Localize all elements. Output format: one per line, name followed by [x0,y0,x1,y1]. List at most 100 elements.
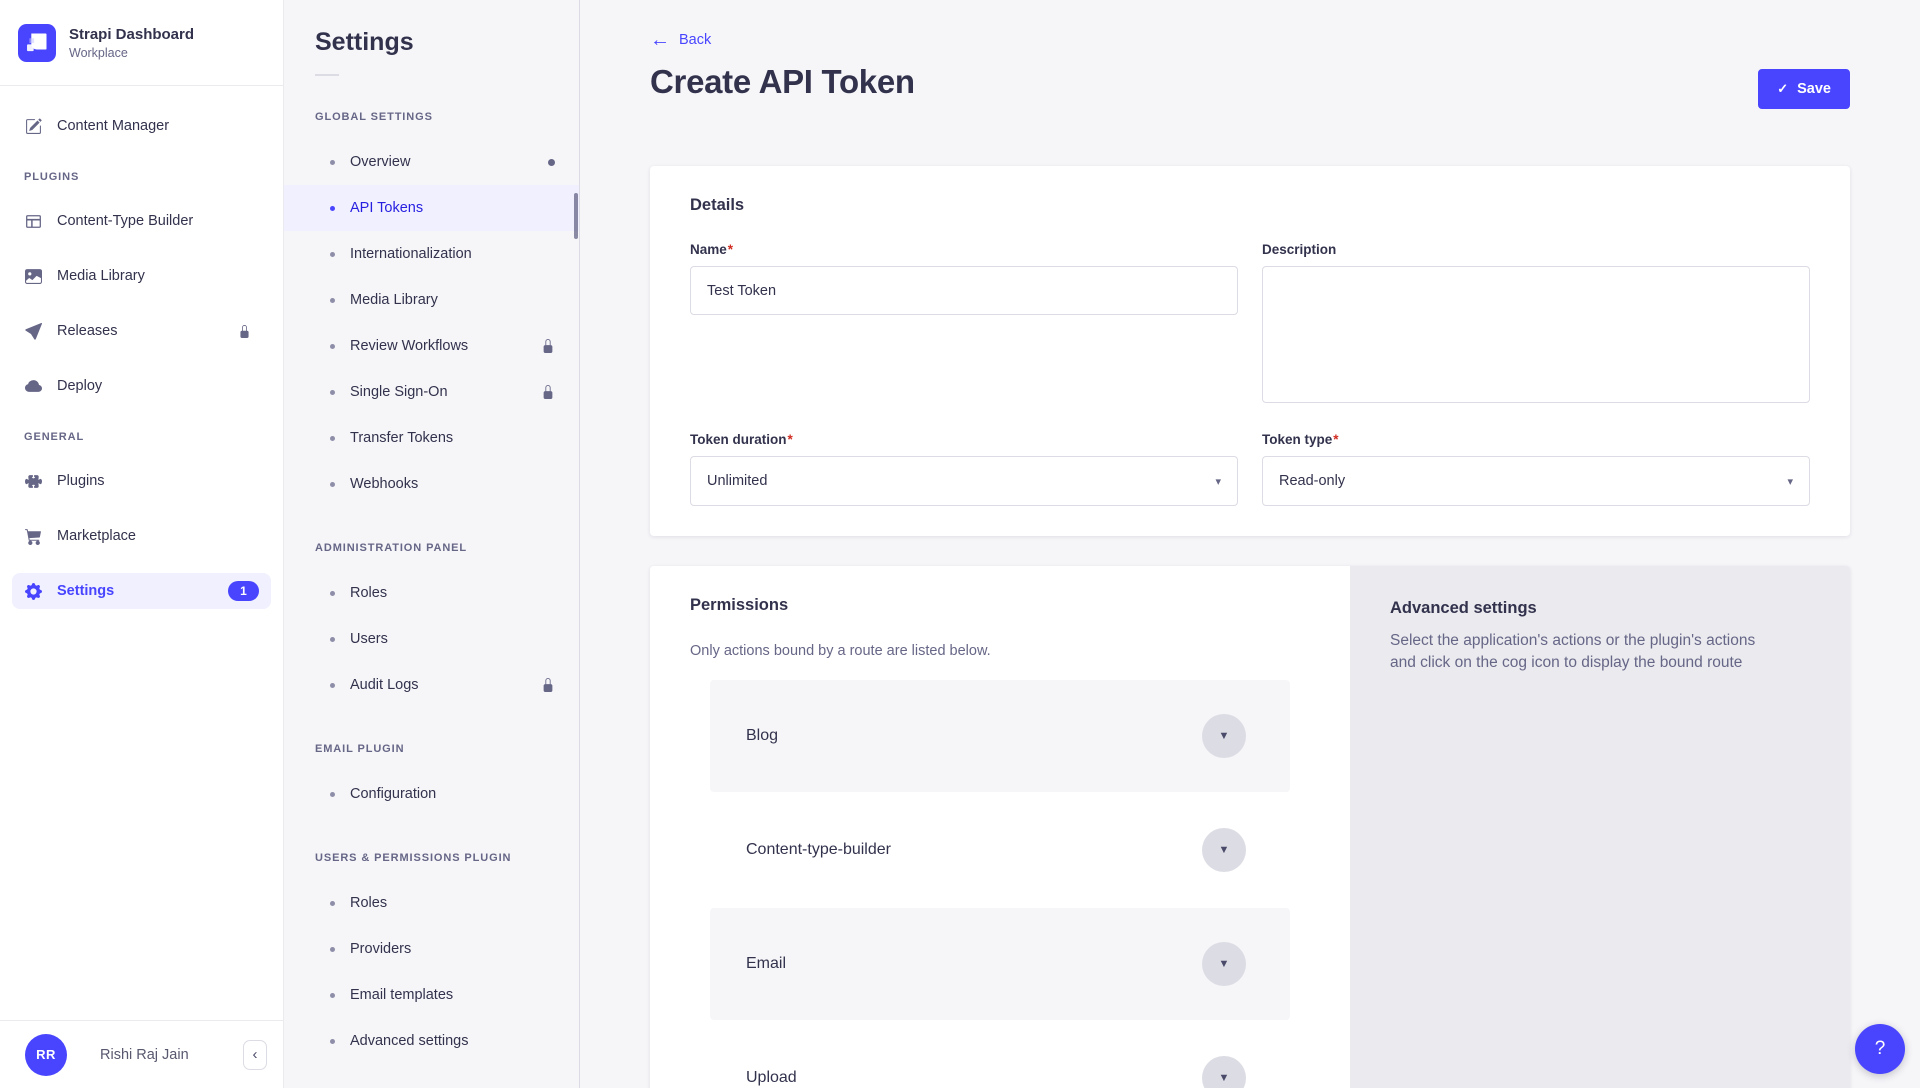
subnav-item-roles[interactable]: Roles [284,570,579,616]
bullet-icon [330,1039,335,1044]
lock-icon [541,339,555,353]
subnav-section-label-administration-panel: ADMINISTRATION PANEL [315,542,579,554]
expand-accordion-button[interactable]: ▼ [1202,828,1246,872]
advanced-settings-panel: Advanced settings Select the application… [1350,566,1850,1088]
bullet-icon [330,390,335,395]
subnav-item-label: Overview [350,154,410,170]
accordion-upload[interactable]: Upload▼ [710,1022,1290,1088]
expand-accordion-button[interactable]: ▼ [1202,942,1246,986]
bullet-icon [330,591,335,596]
grid-icon [24,212,42,230]
permissions-accordions: Blog▼Content-type-builder▼Email▼Upload▼ [710,680,1290,1088]
details-heading: Details [690,196,1810,215]
save-button[interactable]: ✓ Save [1758,69,1850,109]
caret-down-icon: ▼ [1219,958,1230,970]
nav-item-label: Settings [57,583,114,599]
bullet-icon [330,683,335,688]
token-duration-field-group: Token duration* Unlimited ▾ [690,431,1238,506]
bullet-icon [330,206,335,211]
subnav-item-transfer-tokens[interactable]: Transfer Tokens [284,415,579,461]
token-duration-label-text: Token duration [690,432,787,447]
subnav-item-label: Transfer Tokens [350,430,453,446]
subnav-item-label: Providers [350,941,411,957]
settings-subnav: Settings GLOBAL SETTINGSOverviewAPI Toke… [284,0,580,1088]
page-title: Create API Token [650,63,915,101]
nav-item-deploy[interactable]: Deploy [12,368,271,404]
nav-item-releases[interactable]: Releases [12,313,271,349]
expand-accordion-button[interactable]: ▼ [1202,1056,1246,1088]
subnav-item-overview[interactable]: Overview [284,139,579,185]
main-content: ← Back Create API Token ✓ Save Details N… [580,0,1920,1088]
nav-item-media-library[interactable]: Media Library [12,258,271,294]
collapse-sidebar-button[interactable]: ‹ [243,1040,267,1070]
token-type-select[interactable]: Read-only ▾ [1262,456,1810,506]
caret-down-icon: ▼ [1219,730,1230,742]
subnav-item-webhooks[interactable]: Webhooks [284,461,579,507]
accordion-content-type-builder[interactable]: Content-type-builder ▼ [710,794,1290,906]
subnav-item-review-workflows[interactable]: Review Workflows [284,323,579,369]
subnav-item-advanced-settings[interactable]: Advanced settings [284,1018,579,1064]
back-arrow-icon: ← [650,30,670,50]
bullet-icon [330,947,335,952]
nav-item-content-type-builder[interactable]: Content-Type Builder [12,203,271,239]
nav-item-label: Media Library [57,268,145,284]
help-button[interactable]: ? [1855,1024,1905,1074]
bullet-icon [330,901,335,906]
required-asterisk: * [788,432,793,447]
subnav-item-users[interactable]: Users [284,616,579,662]
token-type-field-group: Token type* Read-only ▾ [1262,431,1810,506]
accordion-blog[interactable]: Blog ▼ [710,680,1290,792]
token-duration-select[interactable]: Unlimited ▾ [690,456,1238,506]
permissions-heading: Permissions [690,596,1310,615]
subnav-sections: GLOBAL SETTINGSOverviewAPI TokensInterna… [284,111,579,1064]
name-field-group: Name* [690,241,1238,401]
subnav-item-audit-logs[interactable]: Audit Logs [284,662,579,708]
back-link[interactable]: ← Back [650,30,711,50]
subnav-item-media-library[interactable]: Media Library [284,277,579,323]
main-nav-list: Content Manager PLUGINS Content-Type Build… [0,86,283,1020]
bullet-icon [330,792,335,797]
nav-item-label: Marketplace [57,528,136,544]
subnav-item-label: Media Library [350,292,438,308]
user-name: Rishi Raj Jain [100,1047,189,1063]
subnav-item-email-templates[interactable]: Email templates [284,972,579,1018]
advanced-settings-description: Select the application's actions or the … [1390,630,1775,674]
nav-item-settings[interactable]: Settings1 [12,573,271,609]
permissions-section: Permissions Only actions bound by a rout… [650,566,1850,1088]
subnav-title: Settings [284,0,579,57]
notification-dot [548,159,555,166]
accordion-label: Blog [746,727,778,745]
nav-item-label: Releases [57,323,117,339]
nav-item-content-manager[interactable]: Content Manager [12,108,271,144]
chevron-down-icon: ▾ [1215,475,1221,488]
subnav-item-api-tokens[interactable]: API Tokens [284,185,579,231]
nav-item-plugins[interactable]: Plugins [12,463,271,499]
token-type-value: Read-only [1279,473,1345,489]
expand-accordion-button[interactable]: ▼ [1202,714,1246,758]
permissions-card: Permissions Only actions bound by a rout… [650,566,1350,1088]
accordion-label: Content-type-builder [746,841,891,859]
nav-section-label-plugins: PLUGINS [12,171,271,183]
workspace-title: Strapi Dashboard [69,26,194,44]
pencil-square-icon [24,117,42,135]
subnav-item-single-sign-on[interactable]: Single Sign-On [284,369,579,415]
subnav-item-label: Single Sign-On [350,384,448,400]
token-duration-value: Unlimited [707,473,767,489]
permissions-subtitle: Only actions bound by a route are listed… [690,643,1310,659]
subnav-item-roles[interactable]: Roles [284,880,579,926]
subnav-item-providers[interactable]: Providers [284,926,579,972]
nav-item-marketplace[interactable]: Marketplace [12,518,271,554]
lock-icon [541,678,555,692]
subnav-scrollbar-thumb[interactable] [574,193,578,239]
subnav-item-internationalization[interactable]: Internationalization [284,231,579,277]
token-type-label: Token type* [1262,432,1339,447]
subnav-item-label: Review Workflows [350,338,468,354]
subnav-list: Overview API TokensInternationalization Me… [284,139,579,507]
subnav-item-configuration[interactable]: Configuration [284,771,579,817]
bullet-icon [330,637,335,642]
avatar[interactable]: RR [25,1034,67,1076]
description-textarea[interactable] [1262,266,1810,403]
accordion-email[interactable]: Email▼ [710,908,1290,1020]
bullet-icon [330,482,335,487]
name-input[interactable] [690,266,1238,315]
